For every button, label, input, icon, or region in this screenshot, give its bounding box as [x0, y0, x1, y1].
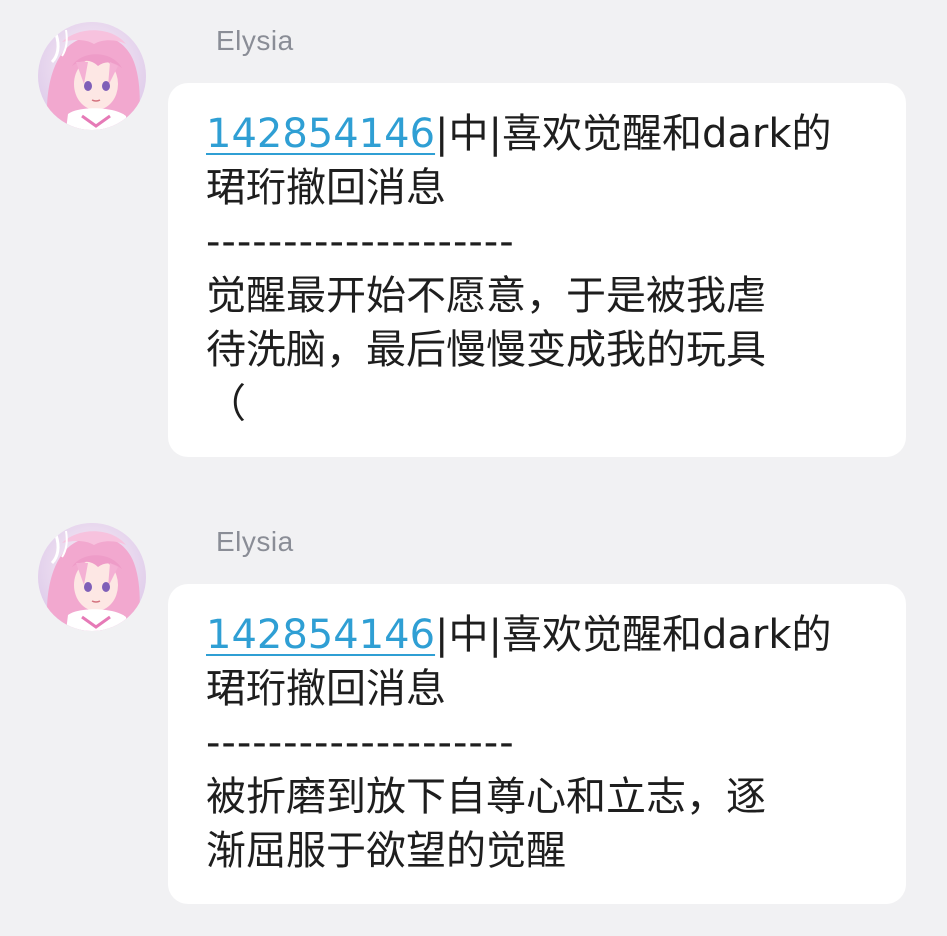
qq-number-link[interactable]: 142854146 [206, 111, 435, 157]
recall-notice-title: 142854146|中|喜欢觉醒和dark的 [206, 608, 876, 662]
sender-avatar[interactable] [38, 523, 146, 631]
message-body-line: 被折磨到放下自尊心和立志，逐 [206, 774, 766, 820]
separator-line: -------------------- [206, 219, 515, 265]
message-body-line: 渐屈服于欲望的觉醒 [206, 828, 566, 874]
avatar-image [38, 523, 146, 631]
sender-name: Elysia [216, 25, 294, 56]
recall-notice-title: 142854146|中|喜欢觉醒和dark的 [206, 107, 876, 161]
recall-notice-title-line2: 珺珩撤回消息 [206, 666, 446, 712]
message-body-line: （ [206, 381, 246, 427]
separator-line: -------------------- [206, 720, 515, 766]
recall-notice-title-text: |中|喜欢觉醒和dark的 [435, 111, 832, 157]
message-bubble[interactable]: 142854146|中|喜欢觉醒和dark的 珺珩撤回消息 ----------… [168, 83, 906, 457]
sender-name: Elysia [216, 526, 294, 557]
message-bubble[interactable]: 142854146|中|喜欢觉醒和dark的 珺珩撤回消息 ----------… [168, 584, 906, 904]
recall-notice-title-text: |中|喜欢觉醒和dark的 [435, 612, 832, 658]
message-body-line: 待洗脑，最后慢慢变成我的玩具 [206, 327, 766, 373]
avatar-image [38, 22, 146, 130]
sender-avatar[interactable] [38, 22, 146, 130]
message-body-line: 觉醒最开始不愿意，于是被我虐 [206, 273, 766, 319]
recall-notice-title-line2: 珺珩撤回消息 [206, 165, 446, 211]
qq-number-link[interactable]: 142854146 [206, 612, 435, 658]
